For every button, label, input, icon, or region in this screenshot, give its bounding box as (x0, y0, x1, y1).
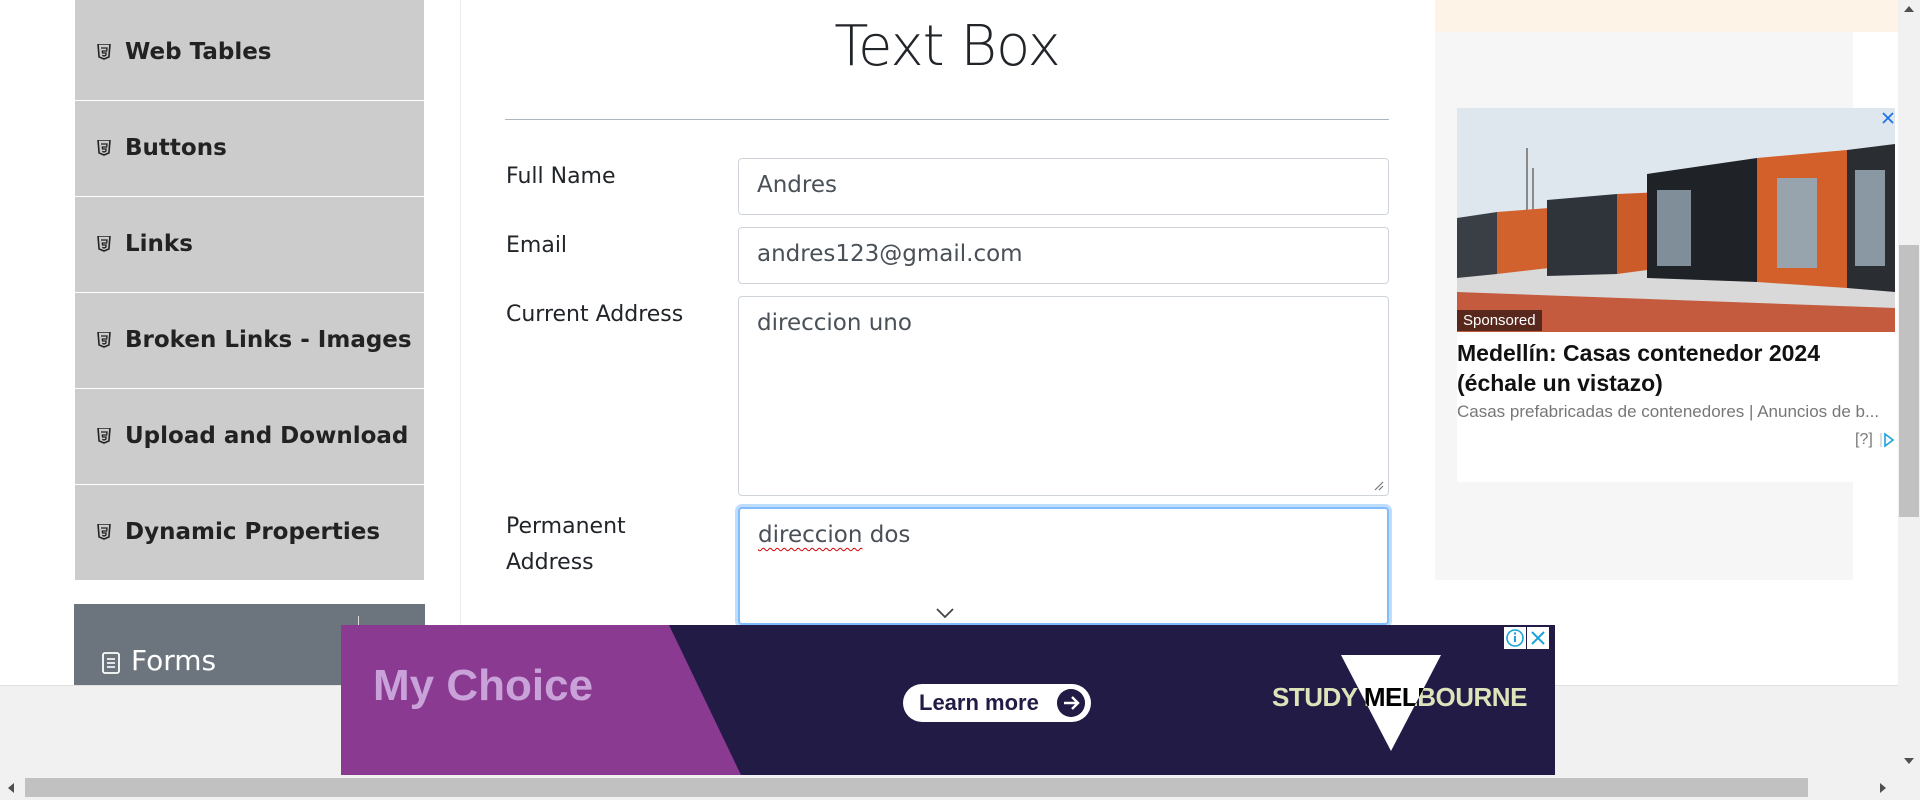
container-house-image[interactable] (1457, 108, 1895, 332)
email-label: Email (506, 233, 568, 258)
current-address-label: Current Address (506, 302, 684, 327)
html5-icon (97, 428, 111, 444)
sidebar-item-label: Buttons (125, 135, 227, 161)
html5-icon (97, 524, 111, 540)
sidebar-item-broken-links[interactable]: Broken Links - Images (75, 293, 424, 389)
sidebar-divider (460, 0, 461, 690)
resize-handle-icon[interactable] (1372, 479, 1384, 491)
australia-text: Australia (1417, 718, 1472, 734)
current-address-textarea[interactable]: direccion uno (738, 296, 1389, 496)
ad-headline-line1: Medellín: Casas contenedor 2024 (1457, 340, 1821, 366)
misspelled-word: direccion (758, 522, 863, 548)
ad-headline[interactable]: Medellín: Casas contenedor 2024 (échale … (1457, 338, 1897, 398)
permanent-address-label: Permanent Address (506, 509, 626, 581)
sidebar-item-label: Web Tables (125, 39, 272, 65)
close-icon[interactable] (1527, 627, 1549, 649)
learn-more-label: Learn more (919, 690, 1039, 715)
arrow-right-icon (1057, 689, 1085, 717)
horizontal-scroll-thumb[interactable] (25, 778, 1808, 797)
sidebar-item-label: Broken Links - Images (125, 327, 412, 353)
sidebar-item-buttons[interactable]: Buttons (75, 101, 424, 197)
title-divider (505, 119, 1389, 120)
sidebar-item-dynamic-properties[interactable]: Dynamic Properties (75, 485, 424, 581)
permanent-address-value: dos (862, 522, 911, 548)
sidebar-item-label: Dynamic Properties (125, 519, 381, 545)
learn-more-button[interactable]: Learn more (903, 684, 1091, 722)
sidebar-elements-list: Web Tables Buttons Links Broken Links - … (75, 5, 424, 581)
my-choice-text: My Choice (373, 661, 594, 710)
html5-icon (97, 140, 111, 156)
close-icon[interactable] (1880, 110, 1896, 126)
study-melbourne-text: STUDY MELBOURNE (1272, 682, 1527, 712)
full-name-label: Full Name (506, 164, 616, 189)
ad-headline-line2: (échale un vistazo) (1457, 370, 1663, 396)
full-name-input[interactable]: Andres (738, 158, 1389, 215)
adchoices-icon[interactable] (1880, 431, 1894, 449)
vertical-scroll-thumb[interactable] (1899, 245, 1919, 517)
sidebar-item-label: Links (125, 231, 193, 257)
sidebar-item-links[interactable]: Links (75, 197, 424, 293)
sidebar-item-web-tables[interactable]: Web Tables (75, 5, 424, 101)
sponsored-badge: Sponsored (1457, 310, 1542, 331)
email-input[interactable]: andres123@gmail.com (738, 227, 1389, 284)
info-icon[interactable] (1504, 627, 1526, 649)
permanent-address-textarea[interactable]: direccion dos (738, 507, 1389, 625)
study-melbourne-banner[interactable]: My Choice Learn more STUDY MELBOURNE Aus… (341, 625, 1555, 775)
html5-icon (97, 44, 111, 60)
sidebar-item-label: Upload and Download (125, 423, 409, 449)
html5-icon (97, 236, 111, 252)
sidebar-item-upload-download[interactable]: Upload and Download (75, 389, 424, 485)
scroll-right-icon[interactable] (1880, 783, 1886, 793)
scroll-down-icon[interactable] (1904, 758, 1914, 764)
scroll-up-icon[interactable] (1904, 6, 1914, 12)
document-icon (102, 652, 120, 674)
chevron-down-icon[interactable] (935, 607, 955, 619)
permanent-label-line2: Address (506, 550, 594, 575)
current-address-value: direccion uno (757, 310, 912, 336)
html5-icon (97, 332, 111, 348)
permanent-label-line1: Permanent (506, 514, 626, 539)
page-title: Text Box (834, 14, 1060, 79)
ad-help-link[interactable]: [?] (1855, 431, 1873, 449)
scroll-left-icon[interactable] (8, 783, 14, 793)
forms-header-label: Forms (131, 644, 217, 677)
ad-source[interactable]: Casas prefabricadas de contenedores | An… (1457, 402, 1897, 422)
right-ad-top-strip (1435, 0, 1905, 32)
